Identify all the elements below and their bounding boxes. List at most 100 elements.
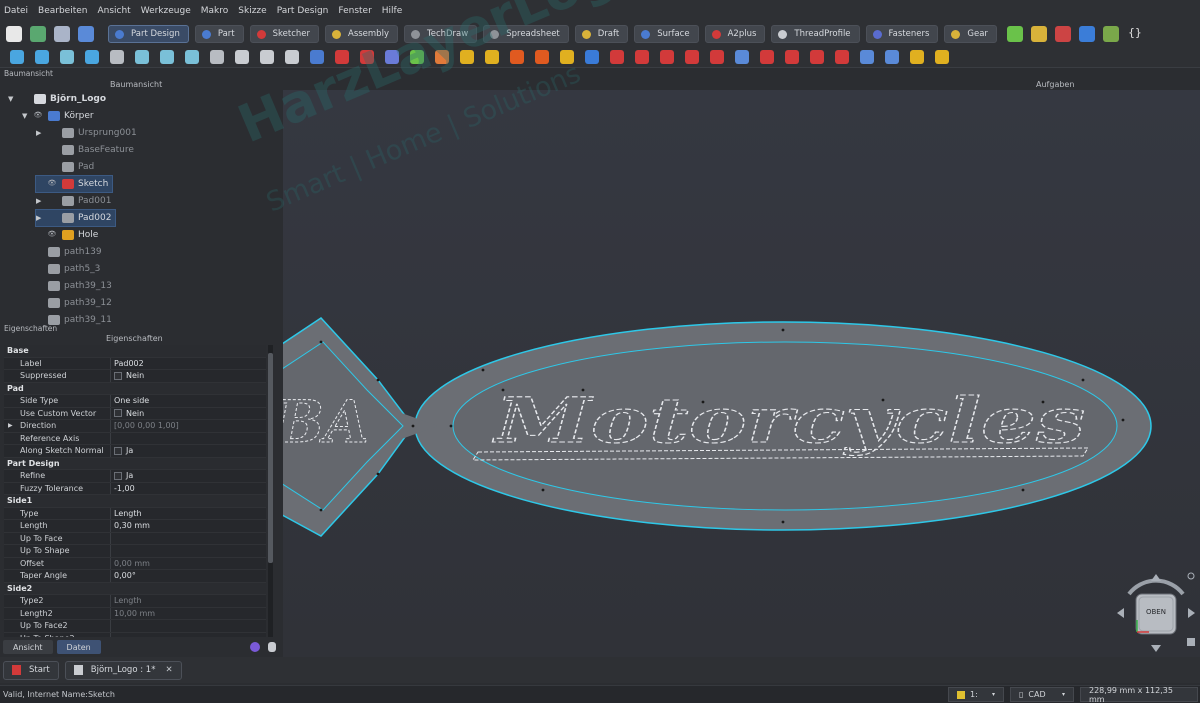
folder-icon[interactable] — [1078, 26, 1095, 42]
tab-ansicht[interactable]: Ansicht — [3, 640, 53, 654]
tree-item-path5_3[interactable]: path5_3 — [22, 261, 100, 277]
menu-ansicht[interactable]: Ansicht — [97, 6, 130, 16]
axis-icon[interactable] — [1054, 26, 1071, 42]
navigation-style-selector[interactable]: ▯ CAD ▾ — [1010, 687, 1074, 702]
workbench-sketcher[interactable]: Sketcher — [249, 25, 319, 43]
property-checkbox[interactable] — [114, 446, 122, 455]
subtractive-helix-icon[interactable] — [710, 49, 724, 64]
property-value[interactable] — [110, 432, 266, 444]
property-row[interactable]: Along Sketch Normal Ja — [4, 445, 266, 458]
property-value[interactable]: 10,00 mm — [110, 607, 266, 619]
sketch-vertex-point[interactable] — [319, 508, 323, 512]
menu-fenster[interactable]: Fenster — [338, 6, 371, 16]
property-group-part-design[interactable]: Part Design — [4, 457, 266, 470]
property-value[interactable] — [110, 532, 266, 544]
expand-arrow-icon[interactable]: ▶ — [36, 129, 46, 137]
property-row[interactable]: Up To Face — [4, 532, 266, 545]
property-group-base[interactable]: Base — [4, 345, 266, 358]
property-value[interactable]: Nein — [110, 370, 266, 382]
export-icon[interactable] — [1102, 26, 1119, 42]
property-row[interactable]: Length2 10,00 mm — [4, 607, 266, 620]
std-views-icon[interactable] — [135, 49, 149, 64]
macro-braces-icon[interactable]: {} — [1127, 26, 1143, 42]
logo-motorcycles-text[interactable]: Motorcycles — [492, 383, 1086, 457]
workbench-part[interactable]: Part — [194, 25, 244, 43]
navcube-orbit-ring[interactable] — [1127, 578, 1185, 596]
thickness-icon[interactable] — [835, 49, 849, 64]
sketch-vertex-point[interactable] — [701, 400, 705, 404]
zoom-select-icon[interactable] — [35, 49, 49, 64]
menu-makro[interactable]: Makro — [201, 6, 229, 16]
property-row[interactable]: Suppressed Nein — [4, 370, 266, 383]
visibility-eye-icon[interactable] — [18, 94, 30, 104]
boolean-icon[interactable] — [935, 49, 949, 64]
linear-pattern-icon[interactable] — [860, 49, 874, 64]
tree-item-ursprung001[interactable]: ▶ Ursprung001 — [36, 125, 137, 141]
visibility-eye-icon[interactable] — [46, 145, 58, 155]
tree-item-path39_12[interactable]: path39_12 — [22, 295, 112, 311]
property-value[interactable]: Length — [110, 595, 266, 607]
property-row[interactable]: Length 0,30 mm — [4, 520, 266, 533]
navcube-up-arrow[interactable] — [1151, 574, 1161, 581]
property-value[interactable]: One side — [110, 395, 266, 407]
tree-item-pad[interactable]: Pad — [36, 159, 94, 175]
property-group-side1[interactable]: Side1 — [4, 495, 266, 508]
property-settings-icon[interactable] — [268, 642, 276, 652]
property-value[interactable]: 0,30 mm — [110, 520, 266, 532]
visibility-eye-icon[interactable] — [46, 196, 58, 206]
menu-part-design[interactable]: Part Design — [277, 6, 329, 16]
document-tab-0[interactable]: Start — [3, 660, 59, 680]
pocket-icon[interactable] — [585, 49, 599, 64]
save-document-icon[interactable] — [54, 26, 70, 42]
property-row[interactable]: Reference Axis — [4, 432, 266, 445]
tree-item-path39_13[interactable]: path39_13 — [22, 278, 112, 294]
sketch-vertex-point[interactable] — [541, 488, 545, 492]
property-value[interactable]: Ja — [110, 470, 266, 482]
sketch-vertex-point[interactable] — [501, 388, 505, 392]
visibility-eye-icon[interactable] — [46, 213, 58, 223]
property-row[interactable]: Up To Face2 — [4, 620, 266, 633]
tree-item-hole[interactable]: 👁 Hole — [36, 227, 98, 243]
model-render[interactable]: BA Motorcycles — [283, 90, 1200, 657]
tree-item-basefeature[interactable]: BaseFeature — [36, 142, 134, 158]
property-checkbox[interactable] — [114, 409, 122, 418]
view-box-icon[interactable] — [85, 49, 99, 64]
sketch-vertex-point[interactable] — [481, 368, 485, 372]
selection-icon[interactable] — [210, 49, 224, 64]
units-selector[interactable]: 1: ▾ — [948, 687, 1004, 702]
subtractive-pipe-icon[interactable] — [685, 49, 699, 64]
sketch-vertex-point[interactable] — [581, 388, 585, 392]
multi-transform-icon[interactable] — [910, 49, 924, 64]
property-row[interactable]: Use Custom Vector Nein — [4, 407, 266, 420]
workbench-draft[interactable]: Draft — [574, 25, 629, 43]
draft-feature-icon[interactable] — [810, 49, 824, 64]
expand-arrow-icon[interactable]: ▼ — [22, 112, 32, 120]
tree-item-pad002[interactable]: ▶ Pad002 — [34, 209, 117, 227]
navcube-down-arrow[interactable] — [1151, 645, 1161, 652]
workbench-fasteners[interactable]: Fasteners — [865, 25, 939, 43]
view-cube-icon[interactable] — [60, 49, 74, 64]
close-icon[interactable]: ✕ — [165, 665, 172, 675]
workbench-surface[interactable]: Surface — [634, 25, 699, 43]
subtractive-loft-icon[interactable] — [660, 49, 674, 64]
sketch-vertex-point[interactable] — [376, 378, 380, 382]
part-icon[interactable] — [1030, 26, 1047, 42]
tree-item-path139[interactable]: path139 — [22, 244, 102, 260]
visibility-eye-icon[interactable] — [32, 298, 44, 308]
zoom-fit-icon[interactable] — [10, 49, 24, 64]
navcube-right-arrow[interactable] — [1188, 608, 1195, 618]
expand-arrow-icon[interactable]: ▶ — [36, 214, 46, 222]
hole-icon[interactable] — [610, 49, 624, 64]
property-value[interactable]: Ja — [110, 445, 266, 457]
property-value[interactable] — [110, 620, 266, 632]
scrollbar-thumb[interactable] — [268, 353, 273, 563]
property-row[interactable]: Up To Shape — [4, 545, 266, 558]
sketch-vertex-point[interactable] — [376, 472, 380, 476]
property-row[interactable]: Fuzzy Tolerance -1,00 — [4, 482, 266, 495]
navcube-rotate-icon[interactable] — [1187, 572, 1195, 580]
tree-item-pad001[interactable]: ▶ Pad001 — [36, 193, 111, 209]
sketch-vertex-point[interactable] — [781, 520, 785, 524]
chamfer-icon[interactable] — [785, 49, 799, 64]
tree-item-körper[interactable]: ▼ 👁 Körper — [22, 108, 94, 124]
tab-daten[interactable]: Daten — [56, 640, 101, 654]
